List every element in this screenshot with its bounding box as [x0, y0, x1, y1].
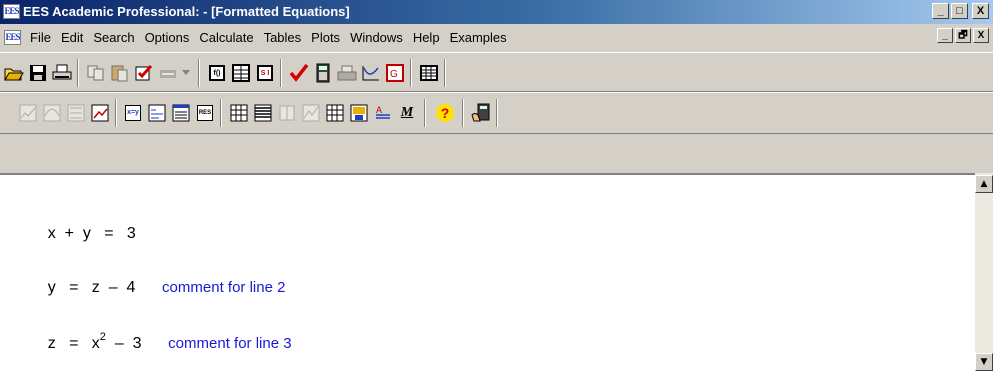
minimize-button[interactable]: _ [932, 3, 949, 19]
xy-label: x=y [125, 105, 141, 121]
menu-options[interactable]: Options [140, 30, 195, 45]
calculator-icon[interactable] [312, 62, 334, 84]
plot1-icon[interactable] [17, 102, 39, 124]
text-format-icon[interactable]: A [372, 102, 394, 124]
secondary-toolbar: x=y RES A M ? [0, 92, 993, 134]
document-icon[interactable]: EES [4, 29, 21, 45]
parametric-table-icon[interactable] [228, 102, 250, 124]
menu-calculate[interactable]: Calculate [194, 30, 258, 45]
printer-table-icon[interactable] [336, 62, 358, 84]
res-label: RES [197, 105, 213, 121]
vertical-scrollbar[interactable]: ▲ ▼ [975, 173, 993, 371]
plot-edit-icon[interactable] [89, 102, 111, 124]
maximize-button[interactable]: □ [951, 3, 968, 19]
integral-table-icon[interactable] [324, 102, 346, 124]
window-title: EES Academic Professional: - [Formatted … [23, 4, 350, 19]
main-toolbar: f() S I G [0, 52, 993, 92]
paste-icon[interactable] [109, 62, 131, 84]
doc-close-button[interactable]: X [973, 28, 989, 43]
menu-search[interactable]: Search [88, 30, 139, 45]
equation-line-2[interactable]: y = z – 4 comment for line 2 [30, 261, 286, 315]
equation-expression: y = z – 4 [47, 279, 136, 296]
formatted-equations-window[interactable]: x + y = 3 y = z – 4 comment for line 2 z… [0, 173, 975, 371]
menu-tables[interactable]: Tables [259, 30, 307, 45]
title-bar[interactable]: EES EES Academic Professional: - [Format… [0, 0, 993, 24]
formatted-equation-icon[interactable] [146, 102, 168, 124]
si-label: S I [257, 65, 273, 81]
plot2-icon[interactable] [41, 102, 63, 124]
doc-restore-button[interactable]: 🗗 [955, 28, 971, 43]
menu-help[interactable]: Help [408, 30, 445, 45]
window-controls: _ □ X [932, 3, 989, 19]
toolbar-separator [424, 99, 426, 127]
toolbar-separator [115, 99, 117, 127]
doc-minimize-button[interactable]: _ [937, 28, 953, 43]
copy-icon[interactable] [85, 62, 107, 84]
toolbar-separator [77, 59, 79, 87]
lookup-table-icon[interactable] [252, 102, 274, 124]
arrays-icon[interactable] [276, 102, 298, 124]
equation-window-icon[interactable]: x=y [122, 102, 144, 124]
toolbar-separator [462, 99, 464, 127]
plot3-icon[interactable] [65, 102, 87, 124]
icon-letters: ES [10, 31, 21, 42]
equation-comment: comment for line 2 [162, 279, 286, 296]
menu-plots[interactable]: Plots [306, 30, 345, 45]
lookup-icon[interactable]: f() [206, 62, 228, 84]
equation-line-3[interactable]: z = x2 – 3 comment for line 3 [30, 313, 292, 371]
residuals-icon[interactable]: RES [194, 102, 216, 124]
macro-icon[interactable]: M [396, 102, 418, 124]
menu-bar: EES File Edit Search Options Calculate T… [0, 26, 993, 48]
save-icon[interactable] [27, 62, 49, 84]
equation-line-1[interactable]: x + y = 3 [30, 207, 136, 261]
scroll-down-button[interactable]: ▼ [975, 353, 993, 371]
menu-examples[interactable]: Examples [445, 30, 512, 45]
diagram-icon[interactable] [348, 102, 370, 124]
table-grid-icon[interactable] [418, 62, 440, 84]
ees-app-icon[interactable]: EES [3, 4, 20, 19]
solution-icon[interactable] [170, 102, 192, 124]
toolbar-separator [198, 59, 200, 87]
check-mark-icon[interactable] [288, 62, 310, 84]
toolbar-separator [444, 59, 446, 87]
plot-icon[interactable] [360, 62, 382, 84]
equation-expression: x + y = 3 [47, 225, 136, 242]
scroll-up-button[interactable]: ▲ [975, 175, 993, 193]
equation-comment: comment for line 3 [168, 335, 292, 352]
toolbar-separator [496, 99, 498, 127]
format-icon[interactable] [157, 62, 179, 84]
toolbar-separator [280, 59, 282, 87]
print-icon[interactable] [51, 62, 73, 84]
open-icon[interactable] [3, 62, 25, 84]
equation-lhs: z = x [47, 335, 100, 352]
table-icon[interactable] [230, 62, 252, 84]
si-units-icon[interactable]: S I [254, 62, 276, 84]
graph-icon[interactable]: G [384, 62, 406, 84]
document-window-controls: _ 🗗 X [937, 28, 989, 43]
menu-edit[interactable]: Edit [56, 30, 88, 45]
help-icon[interactable]: ? [434, 102, 456, 124]
svg-text:G: G [390, 69, 398, 80]
toolbar-separator [410, 59, 412, 87]
close-button[interactable]: X [972, 3, 989, 19]
help-label: ? [436, 104, 454, 122]
lookup-glyph: f() [209, 65, 225, 81]
plot-window-icon[interactable] [300, 102, 322, 124]
menu-windows[interactable]: Windows [345, 30, 408, 45]
check-window-icon[interactable] [133, 62, 155, 84]
equation-rhs: – 3 [105, 335, 142, 352]
macro-label: M [400, 105, 414, 120]
toolbar-separator [220, 99, 222, 127]
calculator-hand-icon[interactable] [470, 102, 492, 124]
dropdown-icon[interactable] [180, 62, 192, 84]
svg-text:A: A [376, 105, 382, 115]
icon-letters: ES [9, 6, 20, 16]
menu-file[interactable]: File [25, 30, 56, 45]
